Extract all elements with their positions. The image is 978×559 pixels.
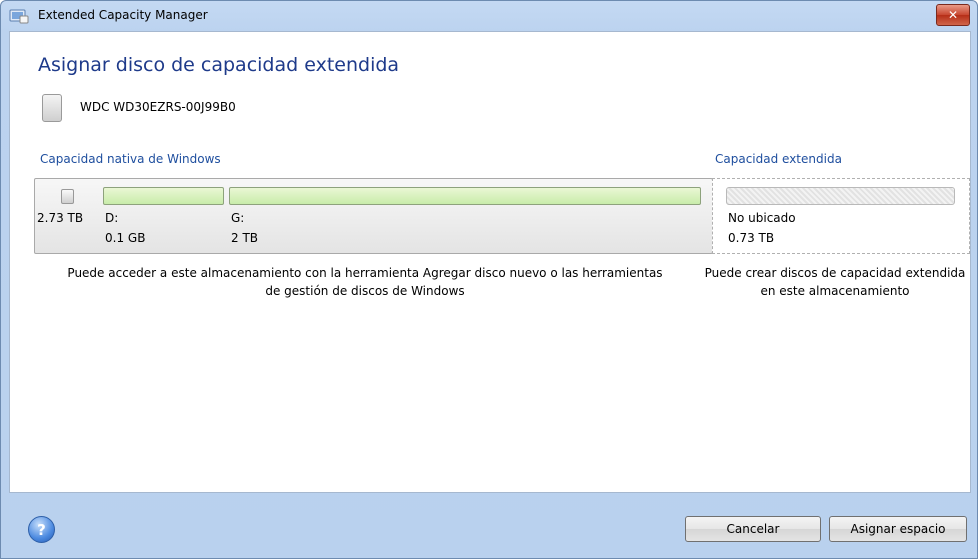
native-capacity-label: Capacidad nativa de Windows bbox=[40, 152, 221, 166]
partition-d-bar[interactable] bbox=[103, 187, 224, 205]
extended-capacity-label: Capacidad extendida bbox=[715, 152, 842, 166]
native-capacity-panel: 2.73 TB D: 0.1 GB G: 2 TB bbox=[34, 178, 713, 254]
page-title: Asignar disco de capacidad extendida bbox=[38, 54, 400, 76]
disk-total-size: 2.73 TB bbox=[37, 211, 84, 225]
unallocated-bar[interactable] bbox=[726, 187, 955, 205]
help-button[interactable]: ? bbox=[28, 516, 55, 543]
partition-d-size: 0.1 GB bbox=[105, 231, 146, 245]
partition-g-size: 2 TB bbox=[231, 231, 259, 245]
extended-description: Puede crear discos de capacidad extendid… bbox=[704, 266, 966, 298]
partition-g-letter: G: bbox=[231, 211, 245, 225]
disk-name: WDC WD30EZRS-00J99B0 bbox=[80, 100, 236, 114]
assign-space-button[interactable]: Asignar espacio bbox=[829, 516, 967, 542]
unallocated-status: No ubicado bbox=[728, 211, 796, 225]
hard-disk-icon bbox=[61, 189, 74, 204]
close-button[interactable]: ✕ bbox=[936, 4, 970, 26]
unallocated-size: 0.73 TB bbox=[728, 231, 775, 245]
hard-disk-icon bbox=[42, 94, 62, 122]
window-title: Extended Capacity Manager bbox=[38, 8, 208, 22]
help-icon: ? bbox=[37, 520, 46, 539]
partition-g-bar[interactable] bbox=[229, 187, 701, 205]
app-window: Extended Capacity Manager ✕ Asignar disc… bbox=[0, 0, 978, 559]
dialog-content: Asignar disco de capacidad extendida WDC… bbox=[9, 31, 971, 493]
app-icon bbox=[9, 9, 29, 24]
title-bar[interactable]: Extended Capacity Manager ✕ bbox=[1, 1, 977, 31]
partition-d-letter: D: bbox=[105, 211, 119, 225]
native-description: Puede acceder a este almacenamiento con … bbox=[67, 266, 663, 298]
extended-capacity-panel: No ubicado 0.73 TB bbox=[712, 178, 970, 254]
close-icon: ✕ bbox=[947, 8, 959, 22]
cancel-button[interactable]: Cancelar bbox=[685, 516, 821, 542]
